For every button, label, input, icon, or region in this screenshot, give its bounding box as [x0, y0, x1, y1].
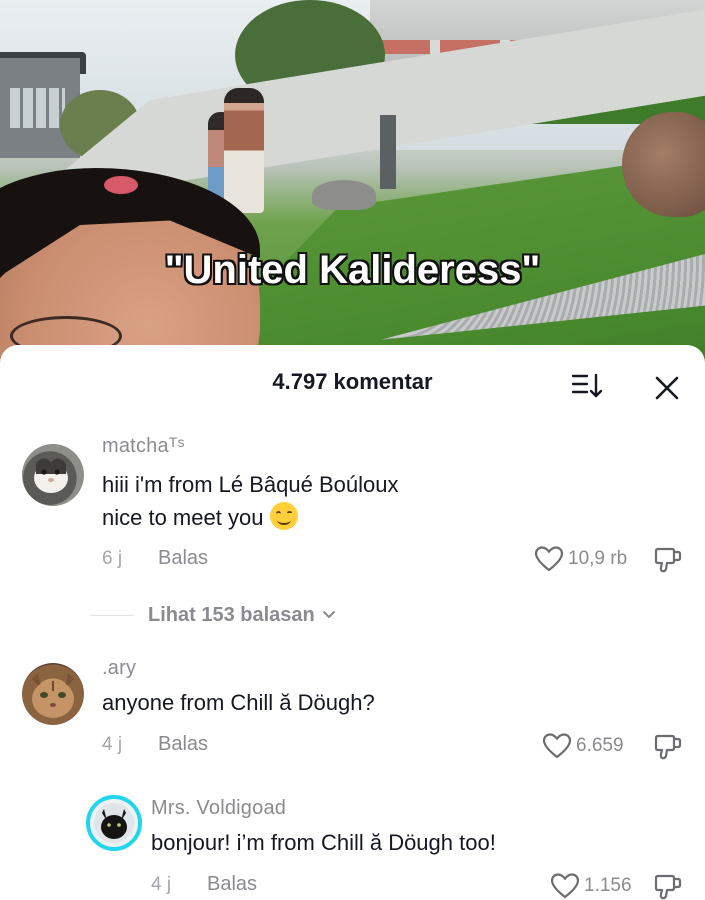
hair-clip: [104, 176, 138, 194]
like-count: 10,9 rb: [568, 548, 628, 569]
avatar[interactable]: [22, 663, 84, 725]
comment-text-line: hiii i'm from Lé Bâqué Boúloux: [102, 472, 399, 497]
comment-time: 4 j: [102, 734, 123, 755]
video-background[interactable]: "United Kalideress": [0, 0, 705, 372]
comments-header: 4.797 komentar: [0, 345, 705, 425]
comment-time: 4 j: [151, 874, 172, 895]
heart-icon: [534, 546, 564, 572]
small-rock: [312, 180, 376, 210]
reply-button[interactable]: Balas: [207, 873, 257, 896]
dislike-icon[interactable]: [652, 544, 684, 576]
video-caption: "United Kalideress": [164, 248, 541, 292]
like-count: 6.659: [576, 735, 624, 756]
like-count: 1.156: [584, 875, 632, 896]
pedestrian: [224, 88, 264, 213]
divider: [90, 614, 134, 616]
close-icon[interactable]: [650, 371, 684, 405]
comment-text-span: nice to meet you: [102, 505, 264, 530]
comment-text: anyone from Chill ă Döugh?: [102, 690, 375, 715]
comment-username[interactable]: .ary: [102, 657, 136, 680]
dislike-icon[interactable]: [652, 871, 684, 900]
avatar[interactable]: [22, 444, 84, 506]
reply-button[interactable]: Balas: [158, 733, 208, 756]
comment-time: 6 j: [102, 548, 123, 569]
building-windows: [10, 88, 65, 128]
comment-username[interactable]: matchaᵀˢ: [102, 435, 185, 458]
avatar[interactable]: [86, 795, 142, 851]
comment-username[interactable]: Mrs. Voldigoad: [151, 797, 286, 820]
comment-text: bonjour! i’m from Chill ă Döugh too!: [151, 830, 496, 855]
chevron-down-icon: [322, 611, 335, 618]
like-button[interactable]: 1.156: [550, 869, 632, 900]
comment-text-line: nice to meet you: [102, 501, 398, 534]
like-button[interactable]: 6.659: [542, 729, 624, 763]
heart-icon: [542, 733, 572, 759]
view-replies-button[interactable]: Lihat 153 balasan: [90, 600, 337, 630]
smiling-face-emoji: [269, 502, 298, 530]
lamp-post: [380, 115, 396, 189]
dislike-icon[interactable]: [652, 731, 684, 763]
reply-button[interactable]: Balas: [158, 547, 208, 570]
comments-sheet: 4.797 komentar matchaᵀˢ hiii i'm from Lé…: [0, 345, 705, 900]
view-replies-label: Lihat 153 balasan: [148, 603, 315, 626]
like-button[interactable]: 10,9 rb: [534, 542, 627, 576]
comment-text: hiii i'm from Lé Bâqué Boúloux nice to m…: [102, 468, 398, 534]
heart-icon: [550, 873, 580, 899]
sort-icon[interactable]: [570, 369, 606, 403]
